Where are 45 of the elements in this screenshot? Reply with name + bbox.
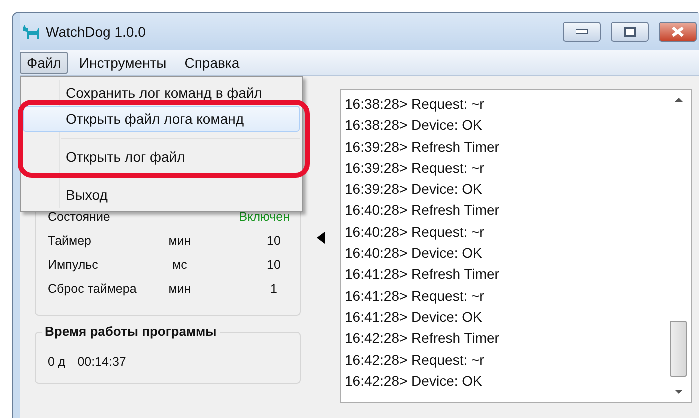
log-line: 16:38:28> Device: OK — [345, 116, 484, 136]
row-label: Состояние — [48, 210, 112, 224]
unit-label: мин — [168, 282, 192, 296]
triangle-left-icon[interactable] — [316, 232, 324, 244]
log-line: 16:39:28> Request: ~r — [345, 158, 486, 178]
time-value: 00:14:37 — [78, 355, 126, 369]
menu-bar-item[interactable]: Инструменты — [72, 52, 174, 74]
menu-item[interactable]: Открыть лог файл — [23, 144, 300, 170]
row-value: 10 — [266, 258, 282, 272]
log-line: 16:40:28> Device: OK — [345, 244, 484, 264]
close-button[interactable] — [659, 22, 697, 42]
log-line: 16:40:28> Refresh Timer — [345, 201, 500, 220]
log-line: 16:41:28> Device: OK — [345, 308, 484, 327]
log-line: 16:40:28> Request: ~r — [345, 222, 486, 242]
menu-item[interactable]: Сохранить лог команд в файл — [23, 80, 300, 106]
log-line: 16:42:28> Refresh Timer — [345, 329, 500, 348]
close-icon — [672, 26, 684, 36]
scroll-thumb[interactable] — [670, 321, 687, 377]
dog-icon — [22, 24, 40, 38]
log-line: 16:39:28> Refresh Timer — [345, 138, 500, 157]
maximize-icon — [624, 26, 636, 36]
group-title: Время работы программы — [42, 324, 220, 339]
state-value: Включен — [238, 210, 290, 224]
row-label: Таймер — [48, 234, 93, 248]
log-line: 16:39:28> Device: OK — [345, 180, 484, 200]
menu-item[interactable]: Открыть файл лога команд — [23, 106, 300, 132]
row-label: Импульс — [48, 258, 100, 272]
log-line: 16:38:28> Request: ~r — [345, 95, 486, 114]
minimize-icon — [576, 28, 588, 34]
log-line: 16:42:28> Device: OK — [345, 372, 484, 391]
row-label: Сброс таймера — [48, 282, 138, 296]
unit-label: мин — [168, 234, 192, 248]
menu-item[interactable]: Выход — [23, 182, 300, 208]
row-value: 1 — [270, 282, 278, 296]
days-value: 0 д — [48, 355, 66, 369]
log-line: 16:41:28> Refresh Timer — [345, 265, 500, 284]
maximize-button[interactable] — [611, 22, 649, 42]
log-line: 16:41:28> Request: ~r — [345, 286, 486, 306]
menu-bar-item[interactable]: Справка — [178, 52, 247, 74]
menu-bar-item[interactable]: Файл — [20, 52, 68, 74]
minimize-button[interactable] — [563, 22, 601, 42]
window-title: WatchDog 1.0.0 — [46, 24, 147, 40]
row-value: 10 — [266, 234, 282, 248]
log-line: 16:42:28> Request: ~r — [345, 350, 486, 370]
unit-label: мс — [172, 258, 188, 272]
